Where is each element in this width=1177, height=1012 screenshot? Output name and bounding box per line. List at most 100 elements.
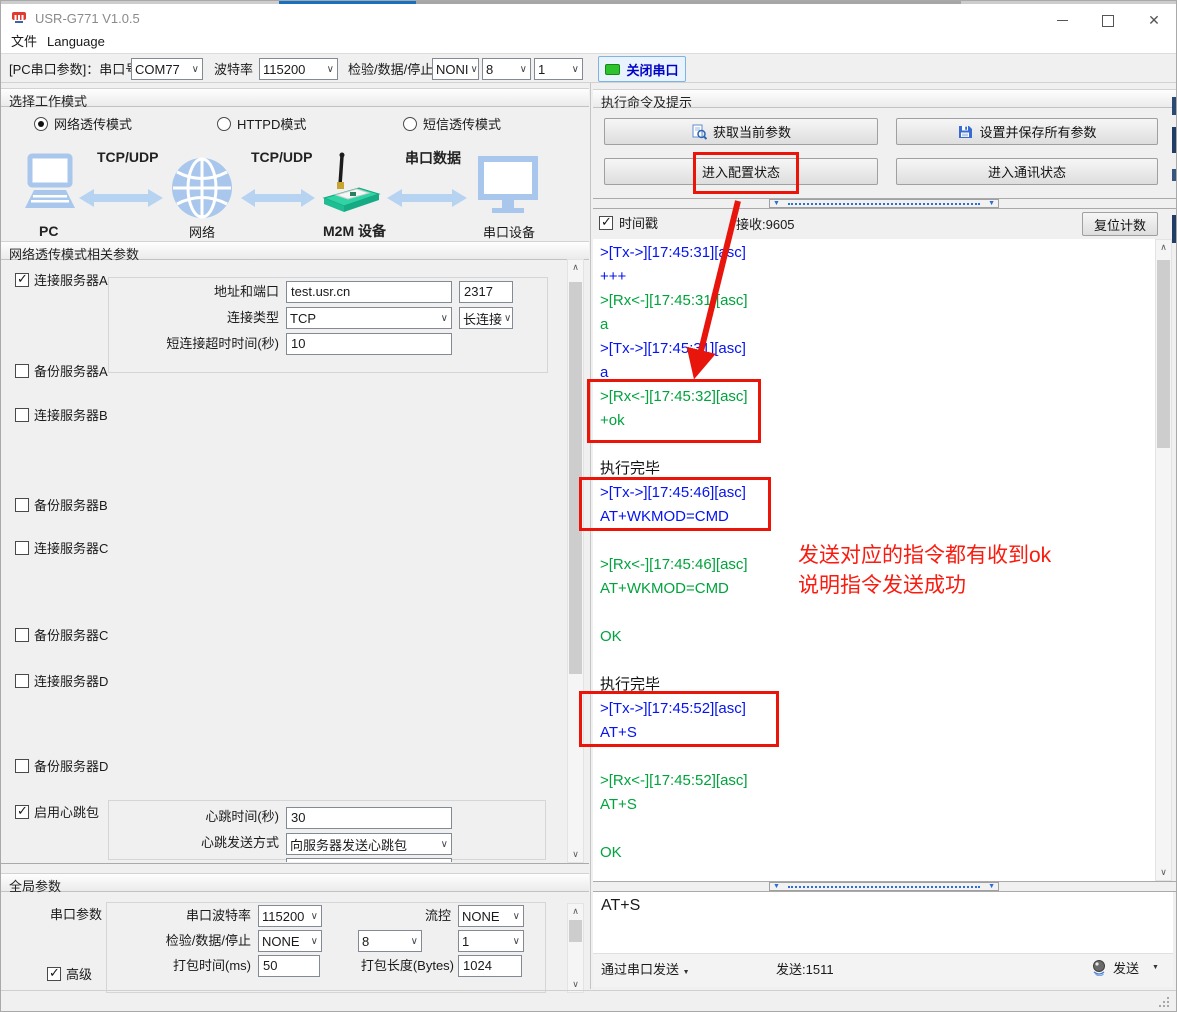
enter-config-button[interactable]: 进入配置状态 — [604, 158, 878, 185]
g-flow-select[interactable]: NONE∨ — [458, 905, 524, 927]
clipped-field-sliver — [286, 858, 452, 862]
reset-count-button[interactable]: 复位计数 — [1082, 212, 1158, 236]
pack-len-input[interactable]: 1024 — [458, 955, 522, 977]
radio-sms-transparent[interactable] — [403, 117, 417, 131]
splitter-handle[interactable]: ▼ ▼ — [769, 882, 999, 891]
radio-net-transparent[interactable] — [34, 117, 48, 131]
checkbox-backup-b[interactable] — [15, 498, 29, 512]
chevron-down-icon: ∨ — [192, 64, 199, 75]
scrollbar-thumb[interactable] — [569, 282, 582, 674]
scroll-up-icon[interactable]: ∧ — [568, 260, 583, 275]
pc-laptop-icon — [23, 153, 77, 218]
scroll-down-icon[interactable]: ∨ — [1156, 865, 1171, 880]
log-line: >[Rx<-][17:45:52][asc] — [600, 769, 1155, 793]
checkbox-backup-c[interactable] — [15, 628, 29, 642]
log-line: OK — [600, 841, 1155, 865]
short-conn-timeout-input[interactable]: 10 — [286, 333, 452, 355]
chevron-down-icon: ∨ — [441, 313, 448, 324]
checkbox-timestamp[interactable] — [599, 216, 613, 230]
heartbeat-time-input[interactable]: 30 — [286, 807, 452, 829]
baud-select[interactable]: 115200∨ — [259, 58, 338, 80]
parity-select[interactable]: NONI∨ — [432, 58, 479, 80]
scroll-down-icon[interactable]: ∨ — [568, 847, 583, 862]
annotation-line-2: 说明指令发送成功 — [798, 571, 966, 601]
save-params-button[interactable]: 设置并保存所有参数 — [896, 118, 1158, 145]
scrollbar-thumb[interactable] — [1157, 260, 1170, 448]
triangle-icon: ▼ — [773, 883, 780, 890]
enter-comm-button[interactable]: 进入通讯状态 — [896, 158, 1158, 185]
com-port-select[interactable]: COM77∨ — [131, 58, 203, 80]
radio-net-transparent-label: 网络透传模式 — [54, 117, 132, 133]
close-button[interactable]: ✕ — [1131, 7, 1177, 34]
conn-type-select[interactable]: TCP∨ — [286, 307, 452, 329]
g-parity-select[interactable]: NONE∨ — [258, 930, 322, 952]
edge-fragment — [1172, 127, 1177, 153]
checkbox-server-b[interactable] — [15, 408, 29, 422]
log-scrollbar[interactable]: ∧ ∨ — [1155, 239, 1172, 881]
get-params-button[interactable]: 获取当前参数 — [604, 118, 878, 145]
checkbox-heartbeat[interactable] — [15, 805, 29, 819]
g-stopbits-select[interactable]: 1∨ — [458, 930, 524, 952]
edge-fragment — [1172, 97, 1177, 115]
radio-httpd[interactable] — [217, 117, 231, 131]
send-button[interactable]: 发送 ▼ — [1091, 958, 1159, 977]
close-serial-button[interactable]: 关闭串口 — [598, 56, 686, 82]
menu-item-language[interactable]: Language — [47, 34, 105, 50]
edge-fragment — [1172, 169, 1177, 181]
scrollbar-thumb[interactable] — [569, 920, 582, 942]
serial-monitor-icon — [478, 156, 538, 221]
heartbeat-mode-label: 心跳发送方式 — [79, 835, 279, 851]
scroll-up-icon[interactable]: ∧ — [1156, 240, 1171, 255]
server-addr-input[interactable]: test.usr.cn — [286, 281, 452, 303]
chevron-down-icon: ∨ — [504, 313, 511, 324]
checkbox-server-c-label: 连接服务器C — [34, 541, 108, 557]
left-panel-scrollbar[interactable]: ∧ ∨ — [567, 259, 584, 863]
server-port-input[interactable]: 2317 — [459, 281, 513, 303]
log-line: a — [600, 313, 1155, 337]
checkbox-server-d-label: 连接服务器D — [34, 674, 108, 690]
databits-select[interactable]: 8∨ — [482, 58, 531, 80]
log-line: 执行完毕 — [600, 457, 1155, 481]
keepalive-select[interactable]: 长连接∨ — [459, 307, 513, 329]
chevron-down-icon: ∨ — [471, 64, 478, 75]
diagram-net-label: 网络 — [189, 225, 215, 241]
minimize-button[interactable] — [1039, 7, 1085, 34]
log-line — [600, 745, 1155, 769]
parity-label: 检验/数据/停止 — [348, 62, 433, 78]
doc-search-icon — [691, 124, 707, 140]
heartbeat-mode-select[interactable]: 向服务器发送心跳包∨ — [286, 833, 452, 855]
log-line: >[Rx<-][17:45:32][asc] — [600, 385, 1155, 409]
command-panel-header: 执行命令及提示 — [593, 89, 1177, 108]
radio-sms-transparent-label: 短信透传模式 — [423, 117, 501, 133]
send-textarea[interactable]: AT+S — [593, 892, 1173, 953]
scroll-up-icon[interactable]: ∧ — [568, 904, 583, 919]
window-title: USR-G771 V1.0.5 — [35, 11, 140, 27]
log-line: a — [600, 361, 1155, 385]
checkbox-backup-b-label: 备份服务器B — [34, 498, 108, 514]
right-splitter-bottom[interactable]: ▼ ▼ — [593, 881, 1177, 892]
checkbox-backup-a[interactable] — [15, 364, 29, 378]
checkbox-server-c[interactable] — [15, 541, 29, 555]
sent-count: 发送:1511 — [776, 962, 834, 978]
resize-grip[interactable] — [1159, 997, 1161, 999]
received-count: 接收:9605 — [736, 217, 795, 233]
stopbits-select[interactable]: 1∨ — [534, 58, 583, 80]
maximize-button[interactable] — [1085, 7, 1131, 34]
g-databits-select[interactable]: 8∨ — [358, 930, 422, 952]
net-params-header: 网络透传模式相关参数 — [1, 241, 589, 260]
baud-label: 波特率 — [214, 62, 253, 78]
global-params-scrollbar[interactable]: ∧ ∨ — [567, 903, 584, 993]
checkbox-server-a[interactable] — [15, 273, 29, 287]
splitter-handle[interactable]: ▼ ▼ — [769, 199, 999, 208]
checkbox-backup-d[interactable] — [15, 759, 29, 773]
checkbox-server-d[interactable] — [15, 674, 29, 688]
send-via-dropdown[interactable]: 通过串口发送 ▼ — [601, 962, 690, 981]
send-sphere-icon — [1091, 959, 1108, 976]
log-line: +++ — [600, 265, 1155, 289]
triangle-icon: ▼ — [773, 200, 780, 207]
menu-item-file[interactable]: 文件 — [11, 34, 37, 50]
heartbeat-time-label: 心跳时间(秒) — [79, 809, 279, 825]
right-splitter-top[interactable]: ▼ ▼ — [593, 198, 1177, 209]
dropdown-arrow-icon: ▼ — [683, 969, 690, 976]
checkbox-advanced[interactable] — [47, 967, 61, 981]
